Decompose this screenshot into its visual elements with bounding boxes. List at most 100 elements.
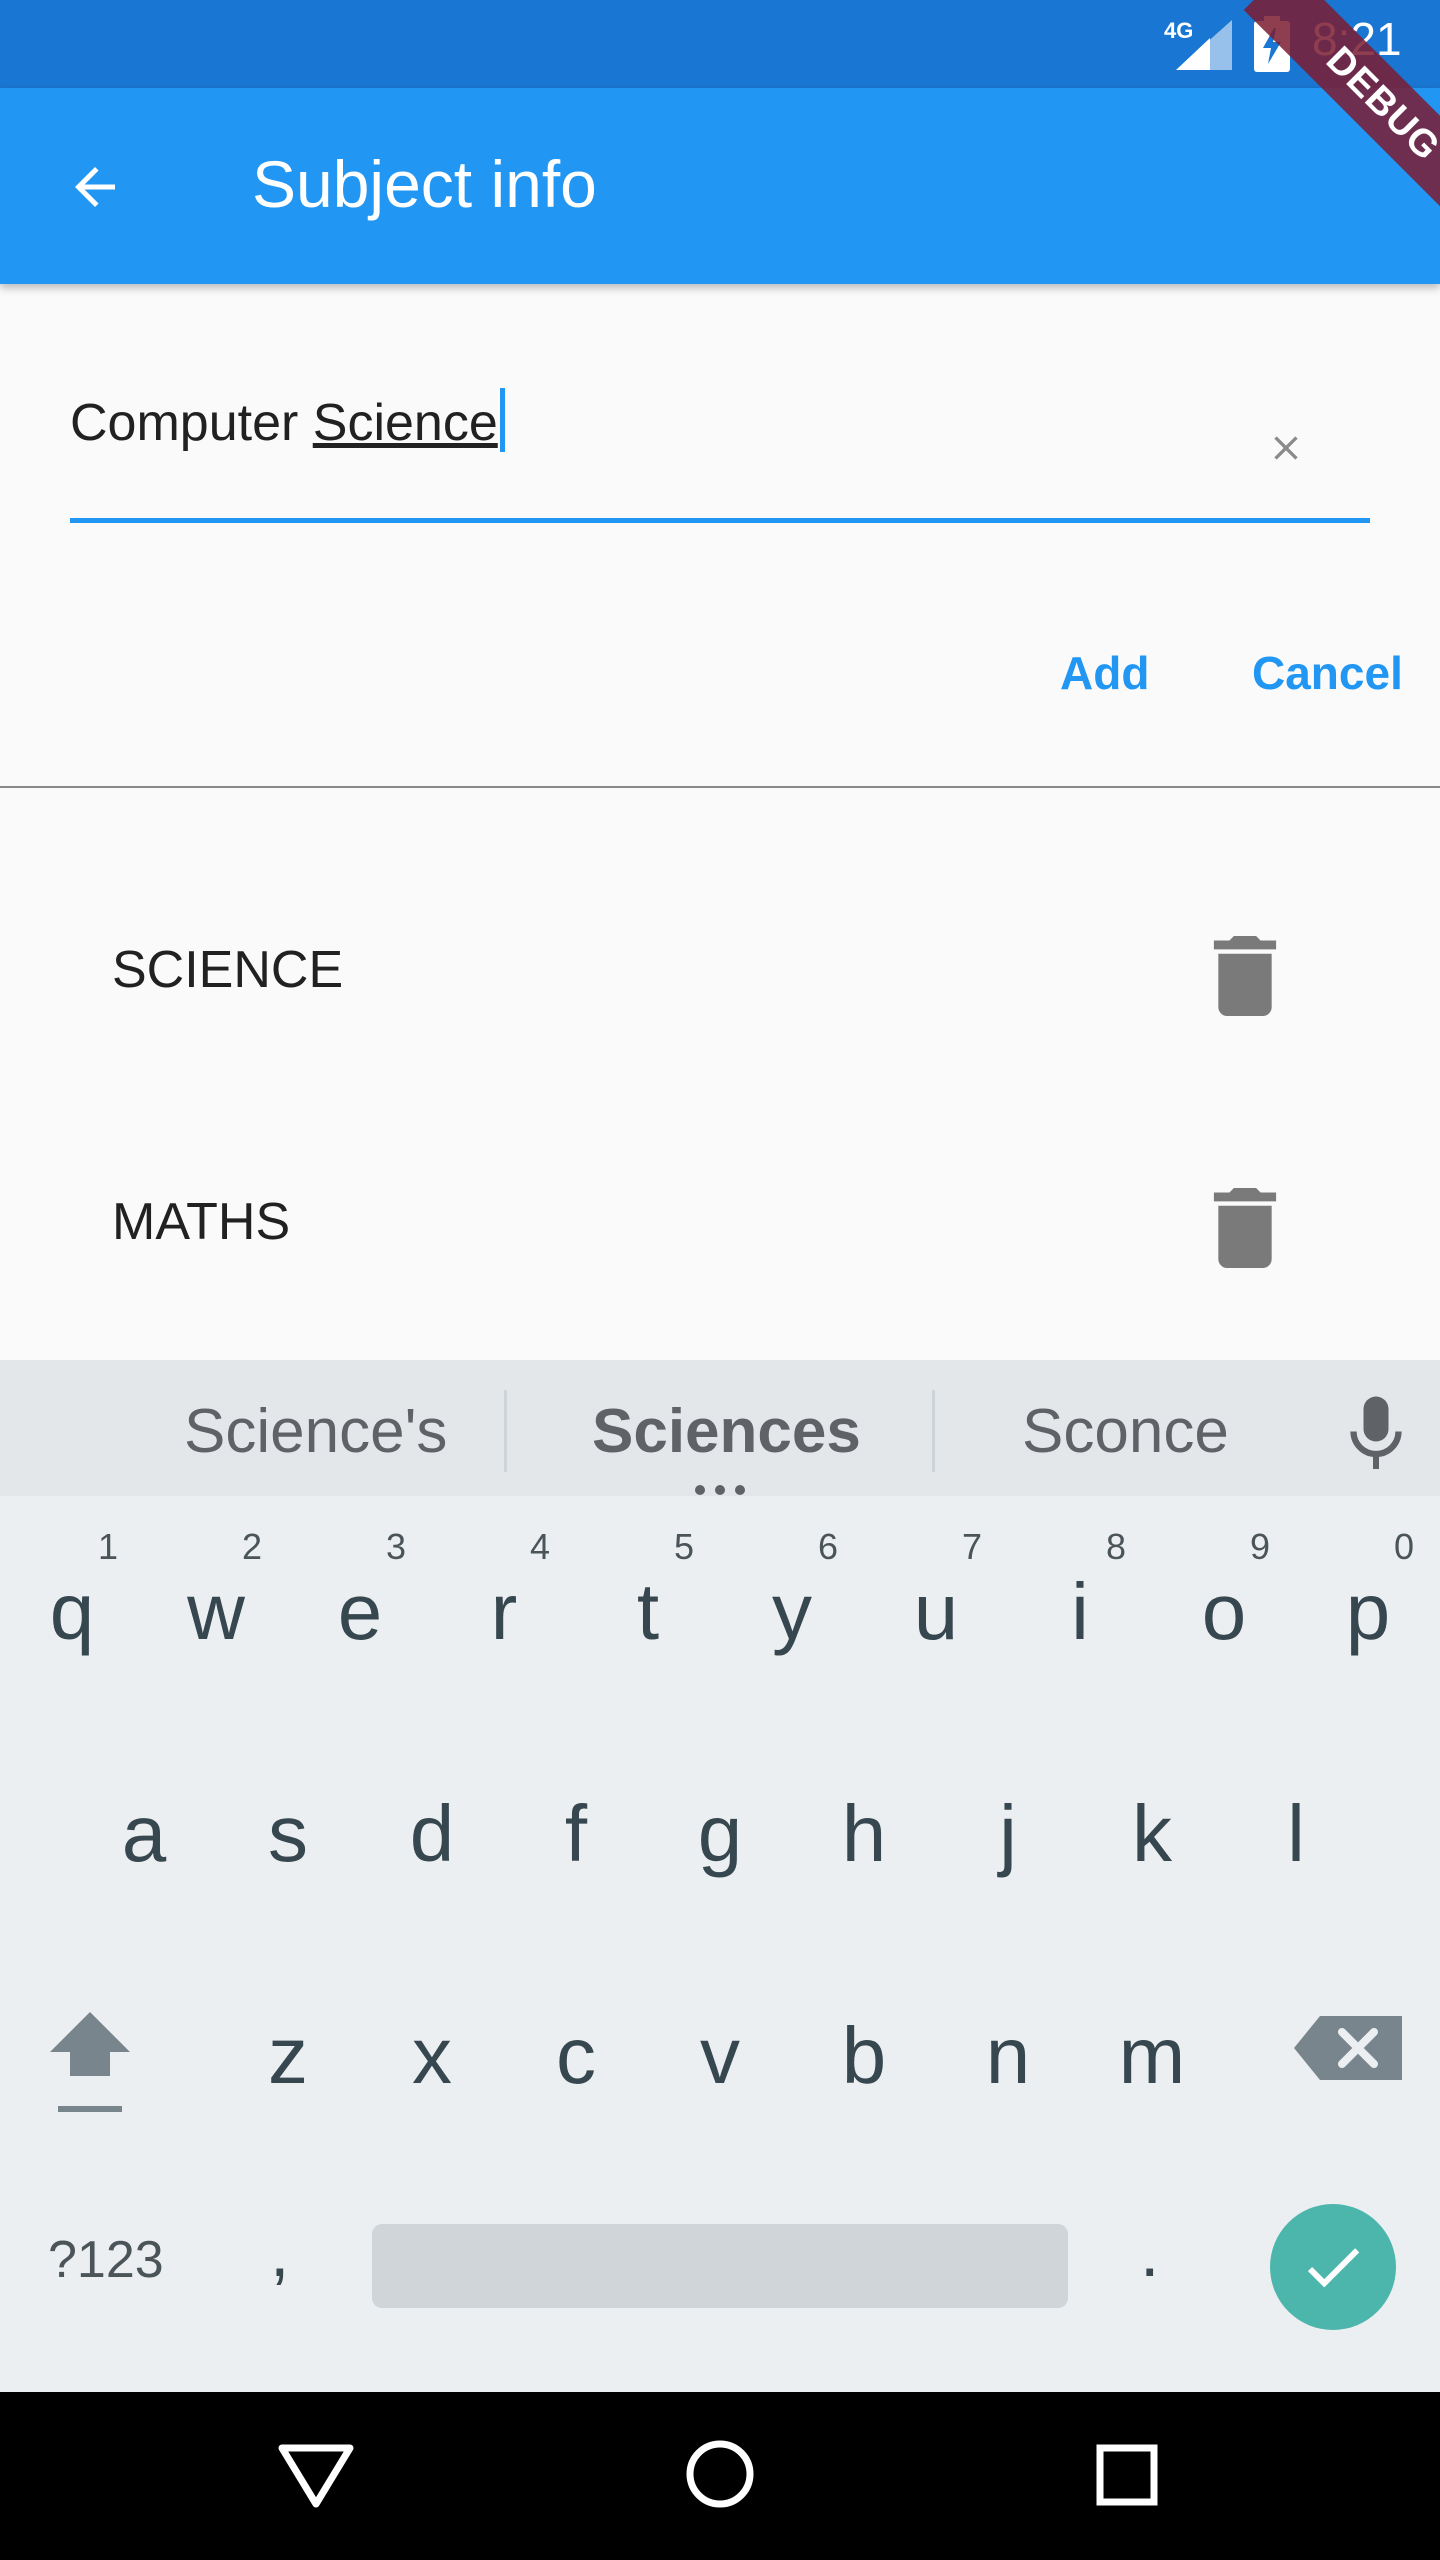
shift-icon [50, 2012, 130, 2112]
back-button[interactable] [40, 132, 150, 242]
arrow-back-icon [75, 167, 115, 207]
key-hint: 3 [385, 1526, 406, 1567]
key-j[interactable]: j [948, 1766, 1068, 1926]
key-y[interactable]: 6y [732, 1526, 852, 1686]
delete-icon[interactable] [1210, 936, 1280, 1016]
suggestion-separator [932, 1390, 935, 1472]
status-bar: 4G 8:21 [0, 0, 1440, 88]
key-c[interactable]: c [516, 1988, 636, 2148]
shift-key[interactable] [40, 2000, 160, 2160]
key-z[interactable]: z [228, 1988, 348, 2148]
key-a[interactable]: a [84, 1766, 204, 1926]
subject-list-item: MATHS [0, 1120, 1440, 1320]
key-h[interactable]: h [804, 1766, 924, 1926]
key-l[interactable]: l [1236, 1766, 1356, 1926]
key-t[interactable]: 5t [588, 1526, 708, 1686]
key-n[interactable]: n [948, 1988, 1068, 2148]
space-bar[interactable] [372, 2224, 1068, 2308]
key-label: a [121, 1789, 167, 1878]
key-x[interactable]: x [372, 1988, 492, 2148]
system-nav-bar [0, 2392, 1440, 2560]
cancel-button[interactable]: Cancel [1252, 646, 1403, 700]
key-label: e [337, 1567, 383, 1656]
subject-list-item: SCIENCE [0, 868, 1440, 1068]
battery-charging-icon [1254, 16, 1290, 72]
key-m[interactable]: m [1092, 1988, 1212, 2148]
divider [0, 786, 1440, 788]
symbols-key[interactable]: ?123 [48, 2230, 164, 2290]
key-hint: 5 [673, 1526, 694, 1567]
key-label: h [841, 1789, 887, 1878]
app-bar: Subject info [0, 88, 1440, 284]
input-focus-underline [70, 518, 1370, 523]
key-label: j [999, 1789, 1017, 1878]
clock: 8:21 [1312, 13, 1402, 65]
add-button[interactable]: Add [1060, 646, 1149, 700]
key-label: z [268, 2011, 308, 2100]
microphone-icon[interactable] [1346, 1396, 1406, 1472]
key-label: i [1071, 1567, 1089, 1656]
soft-keyboard: Science's Sciences Sconce 1q 2w 3e 4r 5t… [0, 1360, 1440, 2392]
key-label: q [49, 1567, 95, 1656]
key-label: v [700, 2011, 740, 2100]
page-title: Subject info [252, 147, 597, 221]
key-label: c [556, 2011, 596, 2100]
nav-home-icon[interactable] [682, 2436, 758, 2512]
key-hint: 1 [97, 1526, 118, 1567]
key-label: y [772, 1567, 812, 1656]
key-p[interactable]: 0p [1308, 1526, 1428, 1686]
key-b[interactable]: b [804, 1988, 924, 2148]
nav-recents-icon[interactable] [1092, 2440, 1162, 2510]
close-icon [1274, 436, 1298, 460]
key-label: b [841, 2011, 887, 2100]
clear-button[interactable] [1246, 408, 1326, 488]
key-r[interactable]: 4r [444, 1526, 564, 1686]
key-label: t [636, 1567, 660, 1656]
key-f[interactable]: f [516, 1766, 636, 1926]
subject-name: MATHS [112, 1193, 291, 1251]
key-label: r [490, 1567, 518, 1656]
key-hint: 8 [1105, 1526, 1126, 1567]
check-icon [1307, 2248, 1360, 2288]
key-label: o [1201, 1567, 1247, 1656]
subject-input-composing-text: Science [312, 394, 498, 452]
key-label: g [697, 1789, 743, 1878]
key-s[interactable]: s [228, 1766, 348, 1926]
key-label: u [913, 1567, 959, 1656]
backspace-key[interactable] [1290, 2008, 1410, 2108]
key-hint: 0 [1393, 1526, 1414, 1567]
suggestion-3[interactable]: Sconce [1022, 1396, 1229, 1467]
key-hint: 2 [241, 1526, 262, 1567]
key-v[interactable]: v [660, 1988, 780, 2148]
backspace-icon [1294, 2016, 1402, 2080]
key-label: p [1345, 1567, 1391, 1656]
key-u[interactable]: 7u [876, 1526, 996, 1686]
period-key[interactable]: . [1140, 2212, 1159, 2292]
key-g[interactable]: g [660, 1766, 780, 1926]
key-i[interactable]: 8i [1020, 1526, 1140, 1686]
key-d[interactable]: d [372, 1766, 492, 1926]
subject-input[interactable]: Computer Science [70, 388, 505, 453]
key-hint: 6 [817, 1526, 838, 1567]
key-e[interactable]: 3e [300, 1526, 420, 1686]
key-w[interactable]: 2w [156, 1526, 276, 1686]
key-label: f [564, 1789, 588, 1878]
nav-back-icon[interactable] [276, 2440, 356, 2510]
key-label: x [412, 2011, 452, 2100]
key-label: l [1287, 1789, 1305, 1878]
more-suggestions-icon[interactable] [692, 1484, 748, 1496]
suggestion-separator [504, 1390, 507, 1472]
key-hint: 4 [529, 1526, 550, 1567]
key-label: k [1132, 1789, 1172, 1878]
comma-key[interactable]: , [270, 2212, 289, 2292]
enter-key[interactable] [1270, 2204, 1396, 2330]
suggestion-2[interactable]: Sciences [592, 1396, 861, 1467]
delete-icon[interactable] [1210, 1188, 1280, 1268]
key-k[interactable]: k [1092, 1766, 1212, 1926]
key-label: m [1118, 2011, 1186, 2100]
suggestion-1[interactable]: Science's [184, 1396, 447, 1467]
subject-input-text: Computer [70, 394, 313, 452]
key-o[interactable]: 9o [1164, 1526, 1284, 1686]
subject-name: SCIENCE [112, 941, 344, 999]
key-q[interactable]: 1q [12, 1526, 132, 1686]
